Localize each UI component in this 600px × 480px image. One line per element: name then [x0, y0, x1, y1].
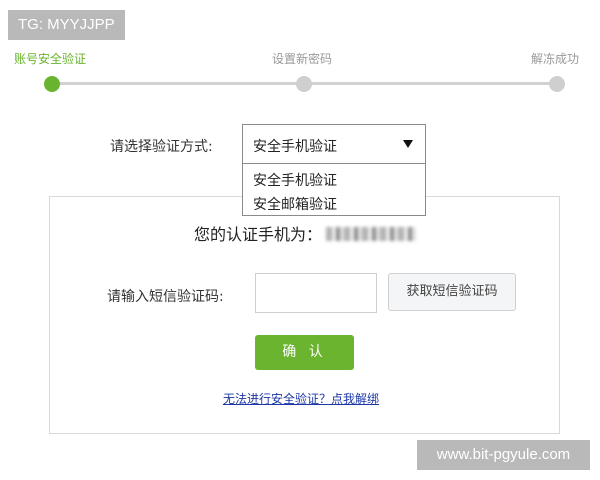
- phone-info-label: 您的认证手机为：: [194, 225, 323, 244]
- step-dot-2: [296, 76, 312, 92]
- phone-info: 您的认证手机为：: [194, 221, 417, 245]
- step-label-unfreeze-success: 解冻成功: [531, 52, 580, 66]
- step-label-set-password: 设置新密码: [272, 52, 333, 66]
- dropdown-option-phone[interactable]: 安全手机验证: [253, 170, 337, 190]
- unbind-link[interactable]: 无法进行安全验证？点我解绑: [223, 390, 379, 407]
- chevron-down-icon: [403, 140, 413, 148]
- masked-phone-number: [326, 227, 417, 241]
- watermark-tag-top: TG: MYYJJPP: [8, 10, 125, 40]
- verify-method-selected-value: 安全手机验证: [253, 139, 337, 155]
- step-dot-3: [549, 76, 565, 92]
- watermark-tag-bottom: www.bit-pgyule.com: [417, 440, 590, 470]
- verify-method-select[interactable]: 安全手机验证: [242, 124, 426, 164]
- verify-method-dropdown: 安全手机验证 安全邮箱验证: [242, 164, 426, 216]
- step-label-account-verify: 账号安全验证: [14, 52, 87, 66]
- get-sms-code-button[interactable]: 获取短信验证码: [388, 273, 516, 311]
- sms-code-input[interactable]: [255, 273, 377, 313]
- step-dot-1: [44, 76, 60, 92]
- verify-method-label: 请选择验证方式:: [110, 139, 213, 155]
- sms-code-label: 请输入短信验证码:: [107, 289, 224, 305]
- confirm-button[interactable]: 确 认: [255, 335, 354, 370]
- dropdown-option-email[interactable]: 安全邮箱验证: [253, 194, 337, 214]
